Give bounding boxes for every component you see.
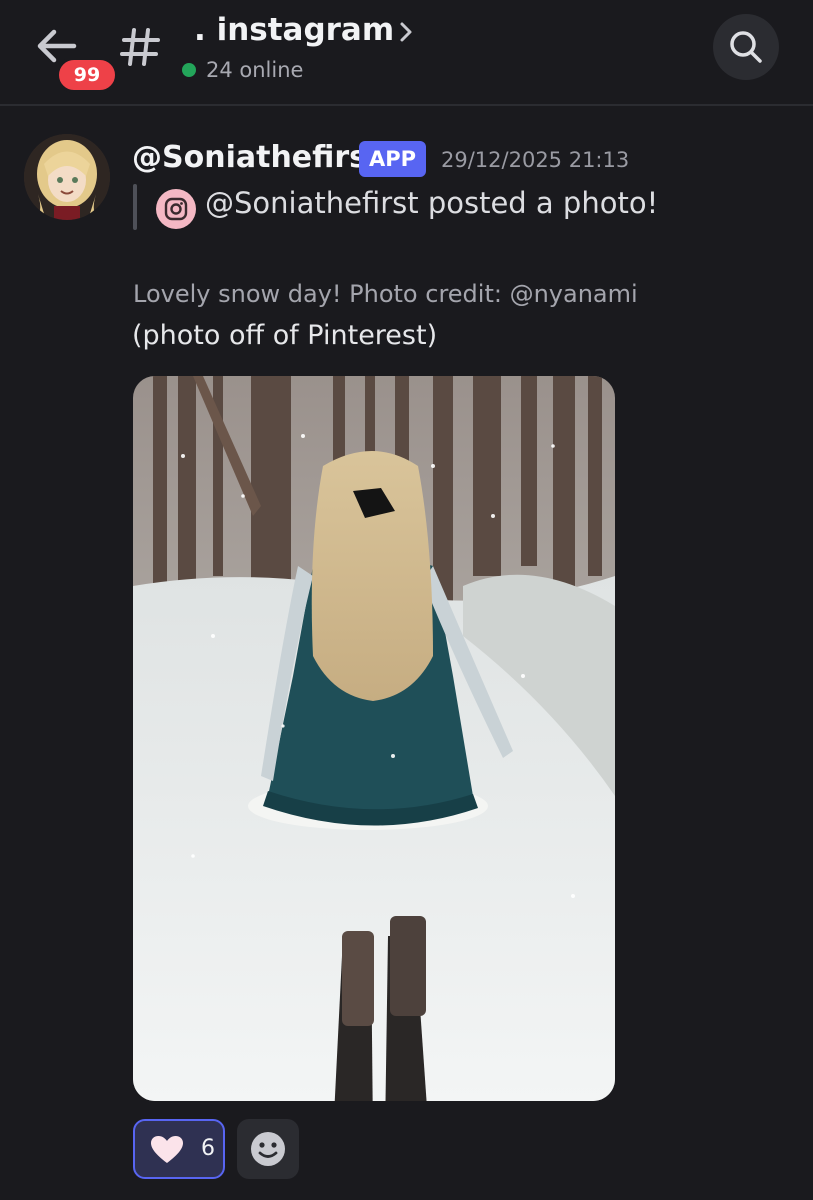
reply-bar	[133, 184, 137, 230]
unread-badge: 99	[56, 57, 118, 93]
reaction-count: 6	[201, 1136, 215, 1161]
channel-header: 99 . instagram 24 online	[0, 0, 813, 106]
smiley-icon	[251, 1132, 285, 1166]
search-icon	[730, 31, 762, 63]
photo-attachment[interactable]	[133, 376, 615, 1101]
avatar-image	[24, 134, 110, 220]
channel-name[interactable]: . instagram	[194, 12, 394, 48]
chevron-right-icon[interactable]	[396, 20, 416, 44]
caption-line-2: (photo off of Pinterest)	[132, 320, 438, 351]
search-button[interactable]	[713, 14, 779, 80]
hash-icon	[120, 28, 160, 66]
app-tag: APP	[359, 141, 427, 177]
reaction-heart[interactable]: 6	[133, 1119, 225, 1179]
online-count: 24 online	[206, 58, 304, 82]
avatar[interactable]	[24, 134, 110, 220]
caption-line-1: Lovely snow day! Photo credit: @nyanami	[133, 280, 638, 308]
author-name[interactable]: @Soniathefirst	[132, 140, 381, 175]
heart-icon	[151, 1136, 183, 1163]
posted-text: @Soniathefirst posted a photo!	[205, 186, 659, 220]
photo-image	[133, 376, 615, 1101]
online-status: 24 online	[182, 58, 303, 82]
add-reaction-button[interactable]	[237, 1119, 299, 1179]
timestamp: 29/12/2025 21:13	[441, 148, 630, 172]
instagram-icon	[156, 189, 196, 229]
online-dot-icon	[182, 63, 196, 77]
